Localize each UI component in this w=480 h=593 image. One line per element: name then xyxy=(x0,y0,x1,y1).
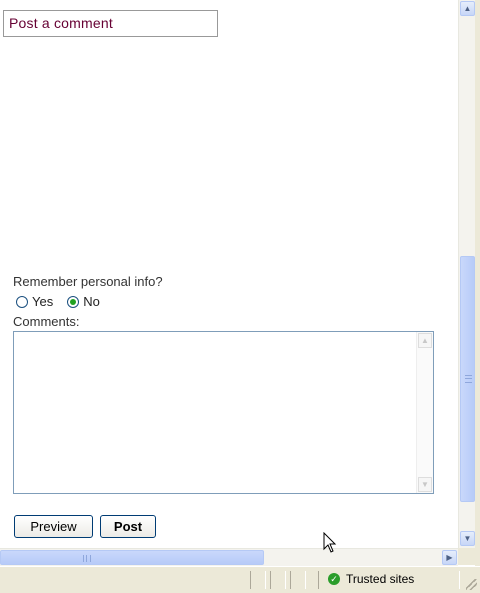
radio-yes-label[interactable]: Yes xyxy=(32,294,53,309)
radio-no-label[interactable]: No xyxy=(83,294,100,309)
scroll-up-icon[interactable]: ▲ xyxy=(460,1,475,16)
textarea-scroll-down-icon[interactable]: ▼ xyxy=(418,477,432,492)
radio-yes[interactable] xyxy=(16,295,28,308)
window-edge xyxy=(475,0,480,592)
radio-no[interactable] xyxy=(67,295,80,308)
security-zone-label: Trusted sites xyxy=(346,572,415,586)
scroll-down-icon[interactable]: ▼ xyxy=(460,531,475,546)
status-bar: ✓ Trusted sites xyxy=(0,566,480,593)
page-viewport: Post a comment Remember personal info? Y… xyxy=(0,0,458,548)
remember-radio-group: Yes No xyxy=(16,294,114,309)
security-zone[interactable]: ✓ Trusted sites xyxy=(328,572,414,586)
remember-info-label: Remember personal info? xyxy=(13,274,163,289)
horizontal-scroll-thumb[interactable] xyxy=(0,550,264,565)
vertical-scrollbar[interactable]: ▲ ▼ xyxy=(458,0,476,548)
scroll-right-icon[interactable]: ▶ xyxy=(442,550,457,565)
vertical-scroll-thumb[interactable] xyxy=(460,256,475,502)
textarea-scroll-up-icon[interactable]: ▲ xyxy=(418,333,432,348)
status-pane xyxy=(270,571,286,589)
comments-textarea[interactable]: ▲ ▼ xyxy=(13,331,434,494)
trusted-sites-check-icon: ✓ xyxy=(328,573,340,585)
post-button[interactable]: Post xyxy=(100,515,156,538)
comments-label: Comments: xyxy=(13,314,80,329)
post-comment-heading: Post a comment xyxy=(3,10,218,37)
horizontal-scrollbar[interactable]: ▶ xyxy=(0,548,458,566)
status-pane xyxy=(290,571,306,589)
textarea-scrollbar[interactable]: ▲ ▼ xyxy=(416,332,433,493)
horizontal-grip-icon xyxy=(83,555,91,562)
mouse-cursor-icon xyxy=(323,532,337,553)
preview-button[interactable]: Preview xyxy=(14,515,93,538)
vertical-grip-icon xyxy=(465,375,472,383)
resize-grip-icon[interactable] xyxy=(466,579,477,590)
scrollbar-corner xyxy=(458,548,475,565)
status-pane xyxy=(250,571,266,589)
